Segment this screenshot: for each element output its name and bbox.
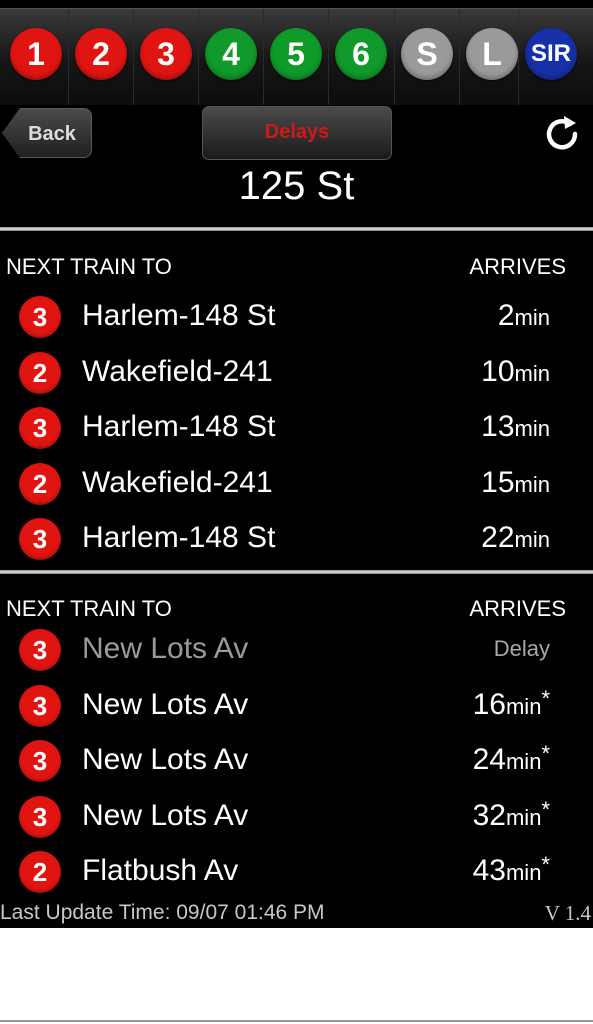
minutes-value: 10 (481, 355, 515, 388)
estimate-marker: * (541, 741, 550, 766)
minutes-unit: min (514, 305, 550, 330)
next-train-to-label: NEXT TRAIN TO (6, 596, 172, 621)
destination-label: Flatbush Av (82, 854, 239, 887)
line-button-4[interactable]: 4 (205, 28, 257, 80)
line-button-2[interactable]: 2 (75, 28, 127, 80)
last-update-time: Last Update Time: 09/07 01:46 PM (0, 901, 325, 924)
minutes-value: 13 (481, 410, 515, 443)
destination-label: New Lots Av (82, 743, 249, 776)
minutes-value: 24 (472, 743, 506, 776)
line-button-sir[interactable]: SIR (525, 28, 577, 80)
footer: Last Update Time: 09/07 01:46 PM V 1.4 (0, 900, 593, 926)
arrival-row[interactable]: 3 New Lots Av Delay (0, 623, 593, 675)
minutes-value: 16 (472, 688, 506, 721)
line-separator (394, 9, 395, 105)
arrival-time: 16min* (473, 679, 550, 731)
minutes-unit: min (505, 694, 542, 719)
arrival-row[interactable]: 3 New Lots Av 24min* (0, 734, 593, 786)
destination-label: Harlem-148 St (82, 521, 276, 554)
line-badge: 3 (19, 518, 61, 560)
destination-label: Wakefield-241 (82, 355, 273, 388)
line-badge: 3 (19, 796, 61, 838)
arrival-row[interactable]: 3 Harlem-148 St 13min (0, 401, 593, 453)
minutes-value: 22 (481, 521, 515, 554)
refresh-icon[interactable] (540, 112, 584, 156)
line-button-6[interactable]: 6 (335, 28, 387, 80)
destination-label: Harlem-148 St (82, 299, 276, 332)
line-badge: 2 (19, 463, 61, 505)
minutes-unit: min (505, 749, 542, 774)
section-divider (0, 570, 593, 574)
line-separator (518, 9, 519, 105)
line-badge: 2 (19, 352, 61, 394)
estimate-marker: * (541, 686, 550, 711)
minutes-unit: min (514, 361, 550, 386)
arrival-row[interactable]: 3 Harlem-148 St 2min (0, 290, 593, 342)
line-badge: 3 (19, 296, 61, 338)
minutes-unit: min (505, 860, 542, 885)
line-badge: 2 (19, 851, 61, 893)
arrival-time: 24min* (473, 734, 550, 786)
downtown-section-header: NEXT TRAIN TO ARRIVES (6, 595, 566, 623)
arrival-row[interactable]: 2 Wakefield-241 10min (0, 346, 593, 398)
app-screen: 1 2 3 4 5 6 S L SIR Back Delays 125 St NEXT TRAI… (0, 0, 593, 928)
arrival-time: 13min (481, 401, 550, 453)
minutes-unit: min (505, 805, 542, 830)
arrives-label: ARRIVES (469, 596, 566, 621)
line-button-5[interactable]: 5 (270, 28, 322, 80)
minutes-unit: min (514, 416, 550, 441)
arrival-time: 22min (481, 512, 550, 564)
arrival-time: 2min (498, 290, 550, 342)
line-separator (459, 9, 460, 105)
line-separator (68, 9, 69, 105)
arrival-row[interactable]: 3 New Lots Av 16min* (0, 679, 593, 731)
uptown-section-header: NEXT TRAIN TO ARRIVES (6, 253, 566, 281)
line-badge: 3 (19, 407, 61, 449)
delay-status: Delay (493, 636, 550, 661)
destination-label: Harlem-148 St (82, 410, 276, 443)
line-separator (198, 9, 199, 105)
line-button-l[interactable]: L (466, 28, 518, 80)
line-button-1[interactable]: 1 (10, 28, 62, 80)
line-separator (133, 9, 134, 105)
arrival-time: 15min (481, 457, 550, 509)
minutes-value: 43 (472, 854, 506, 887)
minutes-value: 32 (472, 799, 506, 832)
minutes-value: 2 (497, 299, 515, 332)
destination-label: New Lots Av (82, 799, 249, 832)
bottom-divider (0, 1020, 593, 1022)
line-button-3[interactable]: 3 (140, 28, 192, 80)
estimate-marker: * (541, 852, 550, 877)
destination-label: New Lots Av (82, 632, 249, 665)
destination-label: New Lots Av (82, 688, 249, 721)
arrival-time: 43min* (473, 845, 550, 897)
arrival-row[interactable]: 3 Harlem-148 St 22min (0, 512, 593, 564)
minutes-unit: min (514, 527, 550, 552)
line-button-s[interactable]: S (401, 28, 453, 80)
line-badge: 3 (19, 740, 61, 782)
arrival-row[interactable]: 2 Flatbush Av 43min* (0, 845, 593, 897)
arrives-label: ARRIVES (469, 254, 566, 279)
delays-button[interactable]: Delays (202, 106, 392, 160)
line-badge: 3 (19, 685, 61, 727)
line-badge: 3 (19, 629, 61, 671)
line-separator (328, 9, 329, 105)
line-selector-bar: 1 2 3 4 5 6 S L SIR (0, 8, 593, 105)
line-separator (263, 9, 264, 105)
arrival-row[interactable]: 2 Wakefield-241 15min (0, 457, 593, 509)
minutes-value: 15 (481, 466, 515, 499)
section-divider (0, 227, 593, 231)
arrival-time: 32min* (473, 790, 550, 842)
arrival-time: Delay (494, 623, 550, 675)
estimate-marker: * (541, 797, 550, 822)
station-title: 125 St (238, 164, 355, 208)
arrival-time: 10min (481, 346, 550, 398)
back-button[interactable]: Back (2, 108, 92, 158)
minutes-unit: min (514, 472, 550, 497)
arrival-row[interactable]: 3 New Lots Av 32min* (0, 790, 593, 842)
next-train-to-label: NEXT TRAIN TO (6, 254, 172, 279)
destination-label: Wakefield-241 (82, 466, 273, 499)
version-label: V 1.4 (544, 901, 591, 925)
